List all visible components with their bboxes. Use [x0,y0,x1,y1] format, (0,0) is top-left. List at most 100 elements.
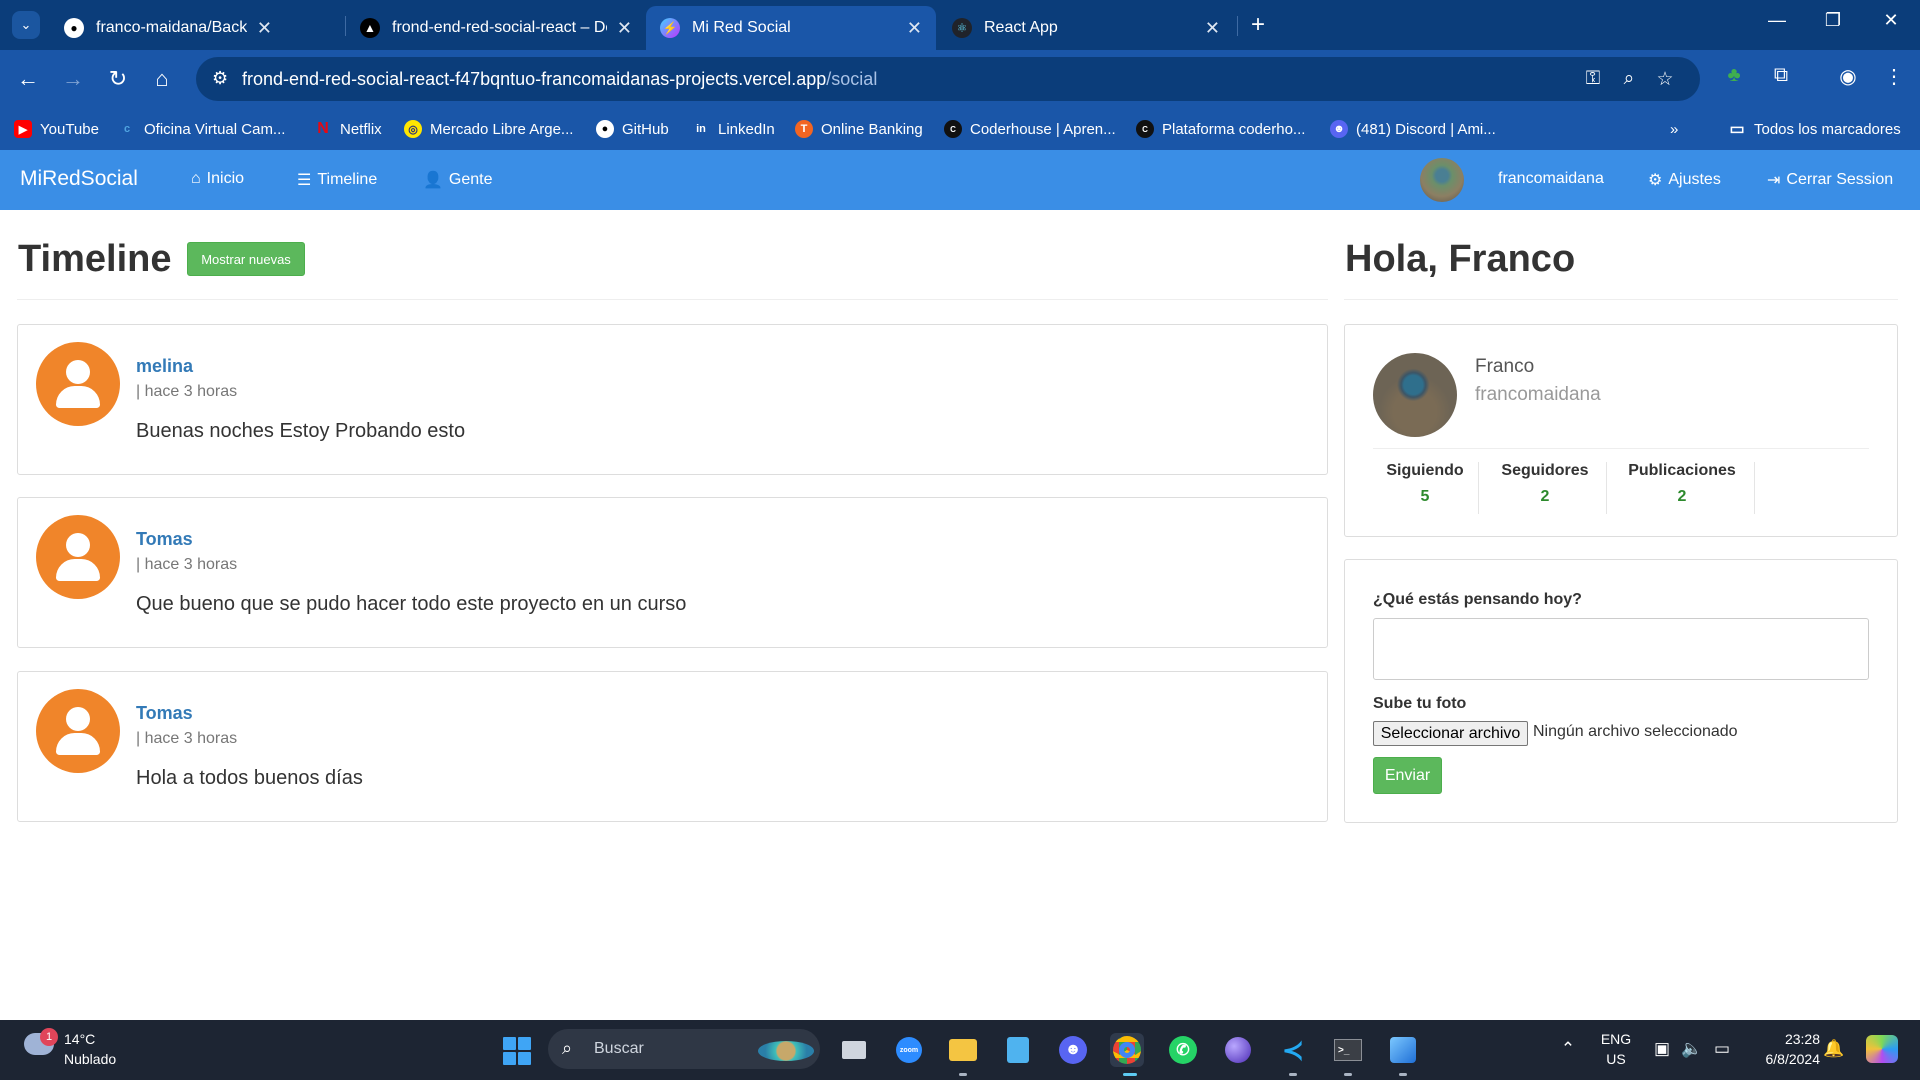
forward-button[interactable]: → [59,66,87,92]
file-select-button[interactable]: Seleccionar archivo [1373,721,1528,746]
clock-date[interactable]: 6/8/2024 [1740,1051,1821,1067]
tab-react-app[interactable]: ⚛ React App ✕ [938,6,1234,50]
nav-gente[interactable]: 👤 Gente [423,170,493,190]
taskbar-search[interactable]: ⌕ Buscar [548,1029,820,1069]
windows-start-icon[interactable] [503,1037,531,1065]
bookmark-github[interactable]: ● GitHub [596,116,669,142]
browser-menu-icon[interactable]: ⋮ [1880,64,1908,89]
stat-label: Seguidores [1501,462,1589,479]
bookmark-linkedin[interactable]: in LinkedIn [692,116,775,142]
nav-ajustes[interactable]: ⚙ Ajustes [1648,170,1721,190]
nav-logout-label: Cerrar Session [1786,171,1894,188]
bookmarks-bar: ▶ YouTube c Oficina Virtual Cam... N Netfli… [0,108,1920,150]
language-region[interactable]: US [1594,1051,1638,1067]
bookmark-plataforma-coderhouse[interactable]: C Plataforma coderho... [1136,116,1305,142]
site-info-icon[interactable]: ⚙ [212,68,228,89]
tab-vercel-deploy[interactable]: ▲ frond-end-red-social-react – De ✕ [346,6,646,50]
nav-username[interactable]: francomaidana [1498,170,1604,188]
weather-badge: 1 [40,1028,58,1046]
github-icon: ● [596,120,614,138]
copilot-icon[interactable] [1866,1035,1898,1063]
submit-post-button[interactable]: Enviar [1373,757,1442,794]
back-button[interactable]: ← [14,66,42,92]
notifications-bell-icon[interactable]: 🔔 [1822,1039,1846,1059]
taskbar-search-label: Buscar [594,1040,644,1057]
whatsapp-app-icon[interactable]: ✆ [1166,1033,1200,1067]
address-bar[interactable]: ⚙ frond-end-red-social-react-f47bqntuo-f… [196,57,1700,101]
brand-link[interactable]: MiRedSocial [20,167,138,191]
post-avatar[interactable] [36,342,120,426]
home-button[interactable]: ⌂ [148,66,176,92]
profile-avatar-icon[interactable]: ◉ [1834,64,1862,89]
post-time: | hace 3 horas [136,383,238,400]
restore-window-button[interactable]: ❐ [1818,10,1848,31]
close-tab-icon[interactable]: ✕ [257,18,272,39]
photos-app-icon[interactable] [1386,1033,1420,1067]
close-tab-icon[interactable]: ✕ [617,18,632,39]
bookmark-online-banking[interactable]: T Online Banking [795,116,923,142]
post-author-link[interactable]: melina [136,356,193,377]
nav-user-avatar[interactable] [1420,158,1464,202]
extensions-puzzle-icon[interactable]: ⧉ [1767,64,1795,87]
zoom-icon[interactable]: ⌕ [1616,68,1642,90]
show-hidden-icons-chevron-icon[interactable]: ⌃ [1556,1039,1580,1059]
vite-icon: ⚡ [660,18,680,38]
post-avatar[interactable] [36,689,120,773]
tab-backend-repo[interactable]: ● franco-maidana/Backend-RedSo ✕ [50,6,286,50]
profile-avatar[interactable] [1373,353,1457,437]
notepad-icon[interactable] [1001,1033,1035,1067]
weather-status[interactable]: Nublado [64,1051,116,1067]
file-explorer-icon[interactable] [946,1033,980,1067]
new-tab-button[interactable]: + [1243,11,1273,39]
reload-button[interactable]: ↻ [104,66,132,92]
tab-search-button[interactable]: ⌄ [12,11,40,39]
minimize-window-button[interactable]: — [1762,10,1792,31]
weather-temp[interactable]: 14°C [64,1031,95,1047]
chevron-double-right-icon: » [1670,120,1679,138]
url-text[interactable]: frond-end-red-social-react-f47bqntuo-fra… [242,69,877,90]
stat-followers[interactable]: Seguidores 2 [1491,462,1599,506]
password-key-icon[interactable]: ⚿ [1580,68,1606,90]
nav-timeline[interactable]: ☰ Timeline [297,170,377,190]
post-author-link[interactable]: Tomas [136,529,193,550]
nav-logout[interactable]: ⇥ Cerrar Session [1767,170,1893,190]
terminal-app-icon[interactable]: >_ [1331,1033,1365,1067]
language-indicator[interactable]: ENG [1594,1031,1638,1047]
vercel-icon: ▲ [360,18,380,38]
user-icon: 👤 [423,172,443,189]
close-window-button[interactable]: ✕ [1876,10,1906,31]
bookmark-label: Mercado Libre Arge... [430,120,574,138]
bookmark-label: (481) Discord | Ami... [1356,120,1496,138]
task-view-icon[interactable] [837,1033,871,1067]
tab-mi-red-social[interactable]: ⚡ Mi Red Social ✕ [646,6,936,50]
battery-icon[interactable]: ▭ [1710,1039,1734,1059]
close-tab-icon[interactable]: ✕ [1205,18,1220,39]
chrome-app-icon[interactable] [1110,1033,1144,1067]
close-tab-icon[interactable]: ✕ [907,18,922,39]
bookmark-star-icon[interactable]: ☆ [1652,68,1678,91]
volume-icon[interactable]: 🔈 [1680,1039,1704,1059]
all-bookmarks-button[interactable]: ▭ Todos los marcadores [1728,116,1901,142]
bookmark-oficina-virtual[interactable]: c Oficina Virtual Cam... [118,116,286,142]
discord-app-icon[interactable]: ☻ [1056,1033,1090,1067]
clock-time[interactable]: 23:28 [1748,1031,1820,1047]
post-author-link[interactable]: Tomas [136,703,193,724]
bookmark-coderhouse[interactable]: C Coderhouse | Apren... [944,116,1116,142]
bookmark-netflix[interactable]: N Netflix [314,116,381,142]
network-icon[interactable]: ▣ [1650,1039,1674,1059]
bookmark-youtube[interactable]: ▶ YouTube [14,116,99,142]
post-textarea[interactable] [1373,618,1869,680]
zoom-app-icon[interactable]: zoom [892,1033,926,1067]
post-avatar[interactable] [36,515,120,599]
all-bookmarks-label: Todos los marcadores [1754,120,1901,138]
bookmark-discord[interactable]: ☻ (481) Discord | Ami... [1330,116,1496,142]
show-new-button[interactable]: Mostrar nuevas [187,242,305,276]
nav-inicio[interactable]: ⌂ Inicio [191,170,244,188]
more-bookmarks-button[interactable]: » [1670,116,1678,142]
vscode-app-icon[interactable]: ≺ [1276,1033,1310,1067]
eclipse-app-icon[interactable] [1221,1033,1255,1067]
stat-publications[interactable]: Publicaciones 2 [1617,462,1747,506]
stat-following[interactable]: Siguiendo 5 [1381,462,1469,506]
extension-tree-icon[interactable]: ♣ [1720,64,1748,87]
bookmark-mercado-libre[interactable]: ◎ Mercado Libre Arge... [404,116,573,142]
